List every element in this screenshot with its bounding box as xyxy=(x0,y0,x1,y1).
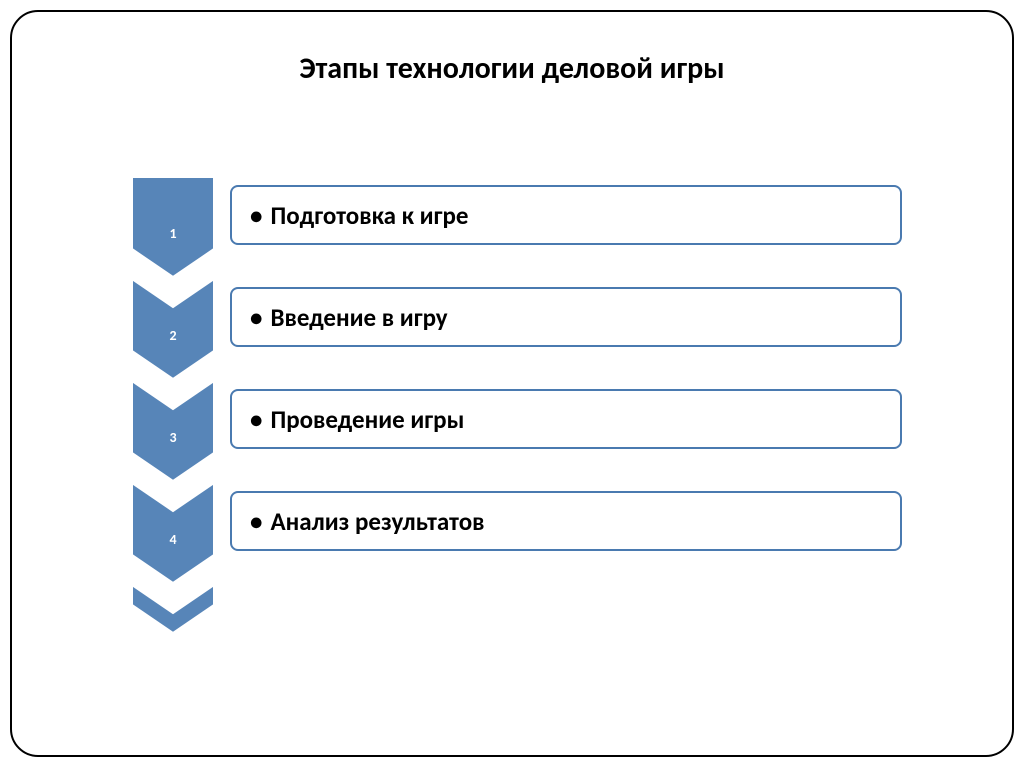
step-content-box: • Введение в игру xyxy=(230,287,902,347)
chevron-col: 4 xyxy=(132,483,214,585)
step-number: 4 xyxy=(132,531,214,548)
step-number: 1 xyxy=(132,225,214,242)
step-content-box: • Подготовка к игре xyxy=(230,185,902,245)
step-text: Проведение игры xyxy=(270,404,464,435)
step-row: 3 • Проведение игры xyxy=(132,381,902,483)
page-title: Этапы технологии деловой игры xyxy=(62,50,962,87)
bullet-icon: • xyxy=(250,200,262,231)
chevron-col: 2 xyxy=(132,279,214,381)
step-row: 1 • Подготовка к игре xyxy=(132,177,902,279)
bullet-icon: • xyxy=(250,302,262,333)
slide-frame: Этапы технологии деловой игры 1 • Подгот… xyxy=(10,10,1014,757)
step-row: 2 • Введение в игру xyxy=(132,279,902,381)
chevron-col: 1 xyxy=(132,177,214,279)
step-number: 3 xyxy=(132,429,214,446)
step-number: 2 xyxy=(132,327,214,344)
steps-list: 1 • Подготовка к игре 2 • Введение в игр… xyxy=(132,177,902,585)
step-content-box: • Анализ результатов xyxy=(230,491,902,551)
step-text: Подготовка к игре xyxy=(270,200,468,231)
step-content-box: • Проведение игры xyxy=(230,389,902,449)
step-text: Введение в игру xyxy=(270,302,447,333)
chevron-col: 3 xyxy=(132,381,214,483)
chevron-tail-icon xyxy=(132,585,214,687)
step-text: Анализ результатов xyxy=(270,506,484,537)
bullet-icon: • xyxy=(250,506,262,537)
step-row: 4 • Анализ результатов xyxy=(132,483,902,585)
bullet-icon: • xyxy=(250,404,262,435)
